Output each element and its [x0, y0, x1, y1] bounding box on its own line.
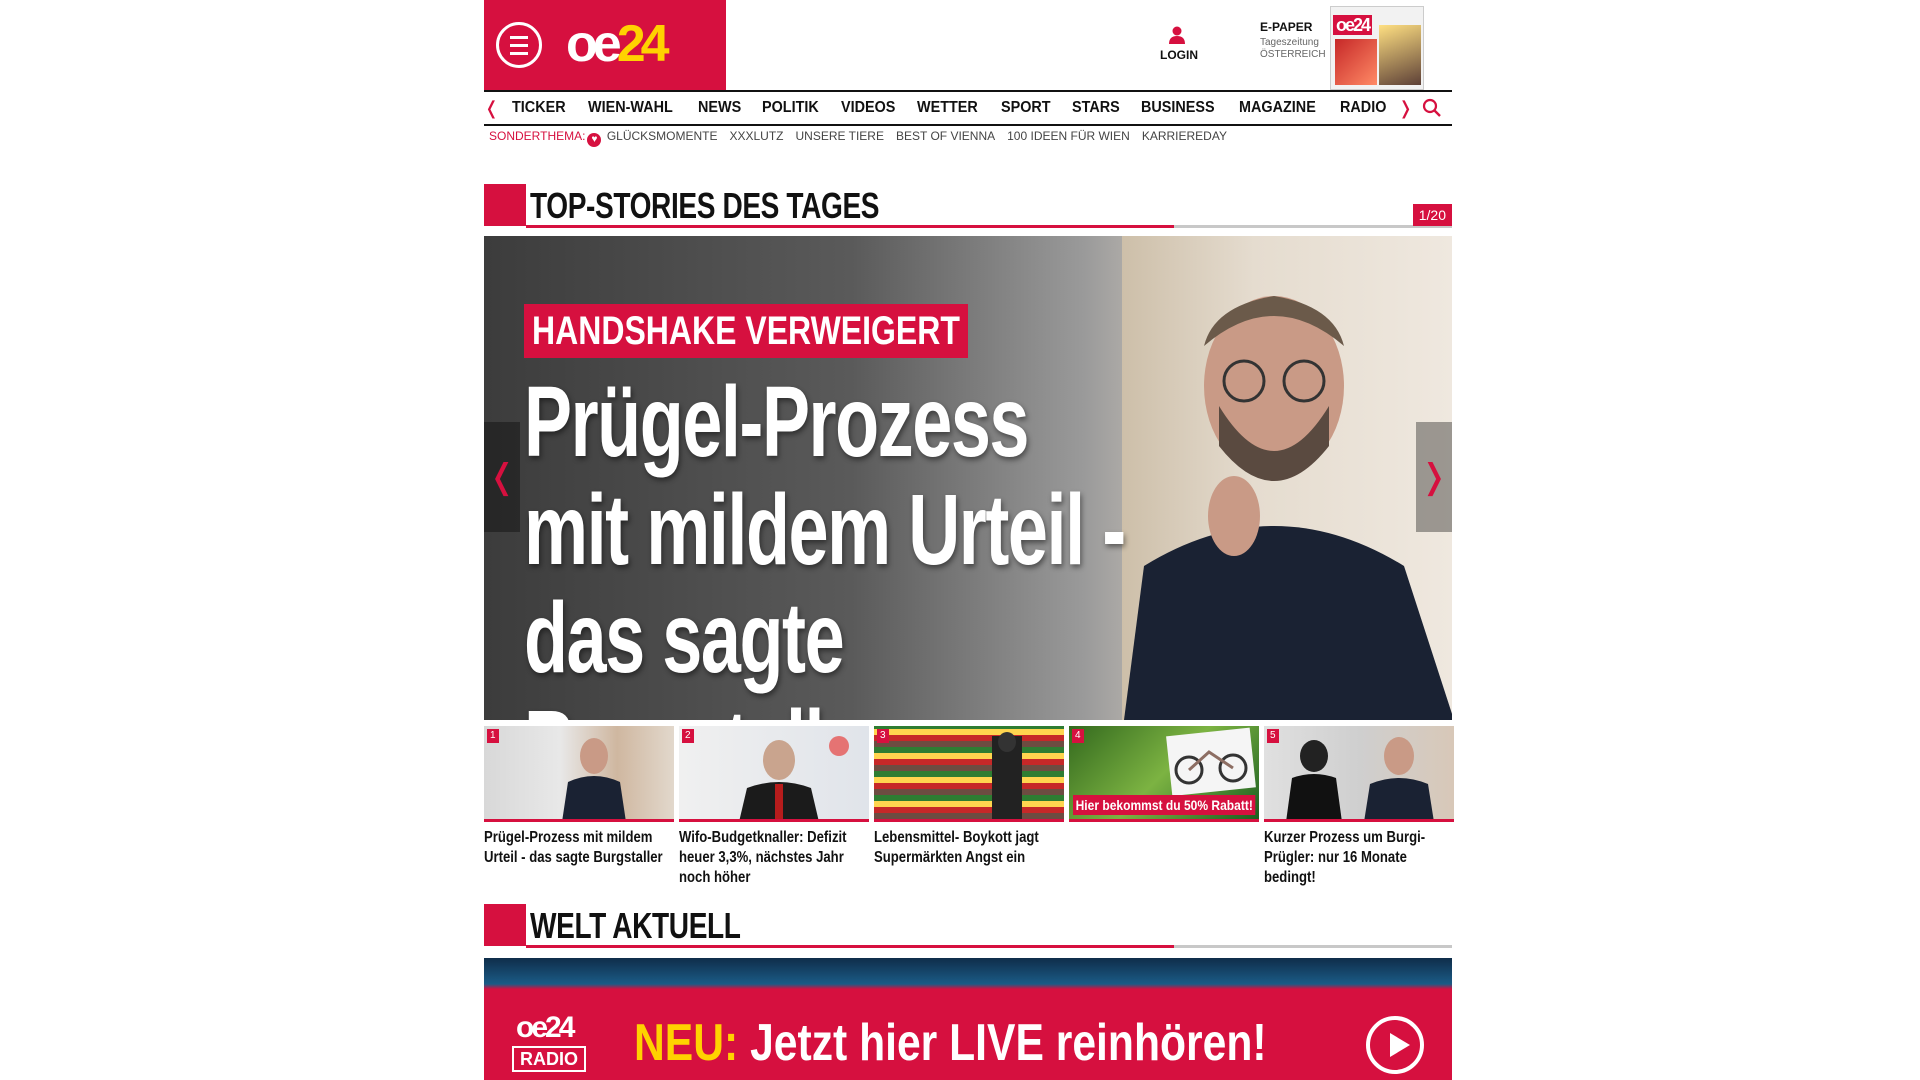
- site-logo[interactable]: oe24: [566, 14, 670, 74]
- chevron-left-icon[interactable]: ❬: [484, 98, 499, 119]
- main-nav: ❬ TICKER WIEN-WAHL NEWS POLITIK VIDEOS WETTER…: [484, 90, 1452, 126]
- epaper-title: E-PAPER: [1260, 20, 1313, 34]
- chevron-right-icon[interactable]: ❭: [1398, 98, 1413, 119]
- epaper-cover-image[interactable]: oe24: [1330, 6, 1424, 90]
- subnav-label: SONDERTHEMA:: [489, 129, 586, 143]
- radio-banner-text: NEU: Jetzt hier LIVE reinhören!: [634, 1014, 1267, 1072]
- subnav-link[interactable]: GLÜCKSMOMENTE: [607, 129, 718, 143]
- ad-card[interactable]: 4 Hier bekommst du 50% Rabatt!: [1069, 726, 1259, 896]
- story-title: Prügel-Prozess mit mildem Urteil - das s…: [484, 829, 663, 866]
- subnav: SONDERTHEMA: ♥ GLÜCKSMOMENTE XXXLUTZ UNSERE…: [489, 129, 1239, 147]
- nav-item-politik[interactable]: POLITIK: [762, 92, 819, 124]
- nav-item-sport[interactable]: SPORT: [1001, 92, 1051, 124]
- hamburger-menu-icon[interactable]: [496, 22, 542, 68]
- play-icon[interactable]: [1366, 1016, 1424, 1074]
- epaper-link[interactable]: E-PAPER Tageszeitung ÖSTERREICH: [1260, 20, 1326, 60]
- hero-photo: [1124, 296, 1452, 720]
- story-card[interactable]: 1 Prügel-Prozess mit mildem Urteil - das…: [484, 726, 674, 896]
- slider-prev-chevron-icon[interactable]: ❬: [484, 422, 520, 532]
- nav-item-radio[interactable]: RADIO: [1340, 92, 1386, 124]
- section-title: TOP-STORIES DES TAGES: [530, 185, 880, 226]
- welt-aktuell-header: WELT AKTUELL: [484, 904, 1452, 948]
- subnav-link[interactable]: UNSERE TIERE: [796, 129, 884, 143]
- hero-headline: Prügel-Prozess mit mildem Urteil - das s…: [524, 366, 1126, 720]
- radio-logo: oe24 RADIO: [512, 1012, 604, 1074]
- page: oe24 LOGIN E-PAPER Tageszeitung ÖSTERREI…: [484, 0, 1454, 1080]
- nav-item-magazine[interactable]: MAGAZINE: [1239, 92, 1316, 124]
- section-title: WELT AKTUELL: [530, 905, 741, 946]
- nav-item-business[interactable]: BUSINESS: [1141, 92, 1215, 124]
- story-title: Kurzer Prozess um Burgi-Prügler: nur 16 …: [1264, 829, 1426, 886]
- story-title: Wifo-Budgetknaller: Defizit heuer 3,3%, …: [679, 829, 847, 886]
- top-stories-header: TOP-STORIES DES TAGES 1/20: [484, 184, 1452, 228]
- subnav-link[interactable]: XXXLUTZ: [730, 129, 784, 143]
- story-title: Lebensmittel- Boykott jagt Supermärkten …: [874, 829, 1039, 866]
- slider-next-chevron-icon[interactable]: ❭: [1416, 422, 1452, 532]
- story-card[interactable]: 2 Wifo-Budgetknaller: Defizit heuer 3,3%…: [679, 726, 869, 896]
- nav-item-videos[interactable]: VIDEOS: [841, 92, 895, 124]
- nav-item-ticker[interactable]: TICKER: [512, 92, 566, 124]
- radio-banner[interactable]: oe24 RADIO NEU: Jetzt hier LIVE reinhöre…: [484, 958, 1452, 1080]
- subnav-link[interactable]: KARRIEREDAY: [1142, 129, 1227, 143]
- heart-icon: ♥: [587, 133, 602, 147]
- story-thumbnail: 5: [1264, 726, 1454, 822]
- search-icon[interactable]: [1422, 98, 1442, 118]
- story-thumbnail: 3: [874, 726, 1064, 822]
- subnav-link[interactable]: BEST OF VIENNA: [896, 129, 995, 143]
- ad-thumbnail: 4 Hier bekommst du 50% Rabatt!: [1069, 726, 1259, 822]
- nav-item-wien-wahl[interactable]: WIEN-WAHL: [588, 92, 673, 124]
- epaper-subtitle: Tageszeitung: [1260, 37, 1319, 48]
- subnav-link[interactable]: 100 IDEEN FÜR WIEN: [1007, 129, 1130, 143]
- nav-item-stars[interactable]: STARS: [1072, 92, 1120, 124]
- story-strip: 1 Prügel-Prozess mit mildem Urteil - das…: [484, 726, 1454, 896]
- hero-kicker: HANDSHAKE VERWEIGERT: [524, 304, 968, 358]
- nav-item-wetter[interactable]: WETTER: [917, 92, 978, 124]
- story-thumbnail: 1: [484, 726, 674, 822]
- epaper-brand: ÖSTERREICH: [1260, 49, 1326, 60]
- epaper-cover-logo: oe24: [1333, 15, 1373, 35]
- slider-pager: 1/20: [1412, 204, 1452, 226]
- story-card[interactable]: 3 Lebensmittel- Boykott jagt Supermärkte…: [874, 726, 1064, 896]
- login-button[interactable]: LOGIN: [1160, 26, 1198, 62]
- story-card[interactable]: 5 Kurzer Prozess um Burgi-Prügler: nur 1…: [1264, 726, 1454, 896]
- user-icon: [1169, 26, 1185, 44]
- ad-text: Hier bekommst du 50% Rabatt!: [1073, 795, 1256, 815]
- nav-item-news[interactable]: NEWS: [698, 92, 741, 124]
- nav-list: TICKER WIEN-WAHL NEWS POLITIK VIDEOS WETTER SP…: [512, 92, 1404, 124]
- hero-slide[interactable]: HANDSHAKE VERWEIGERT Prügel-Prozess mit …: [484, 236, 1452, 720]
- brand-bar: oe24: [484, 0, 726, 90]
- story-thumbnail: 2: [679, 726, 869, 822]
